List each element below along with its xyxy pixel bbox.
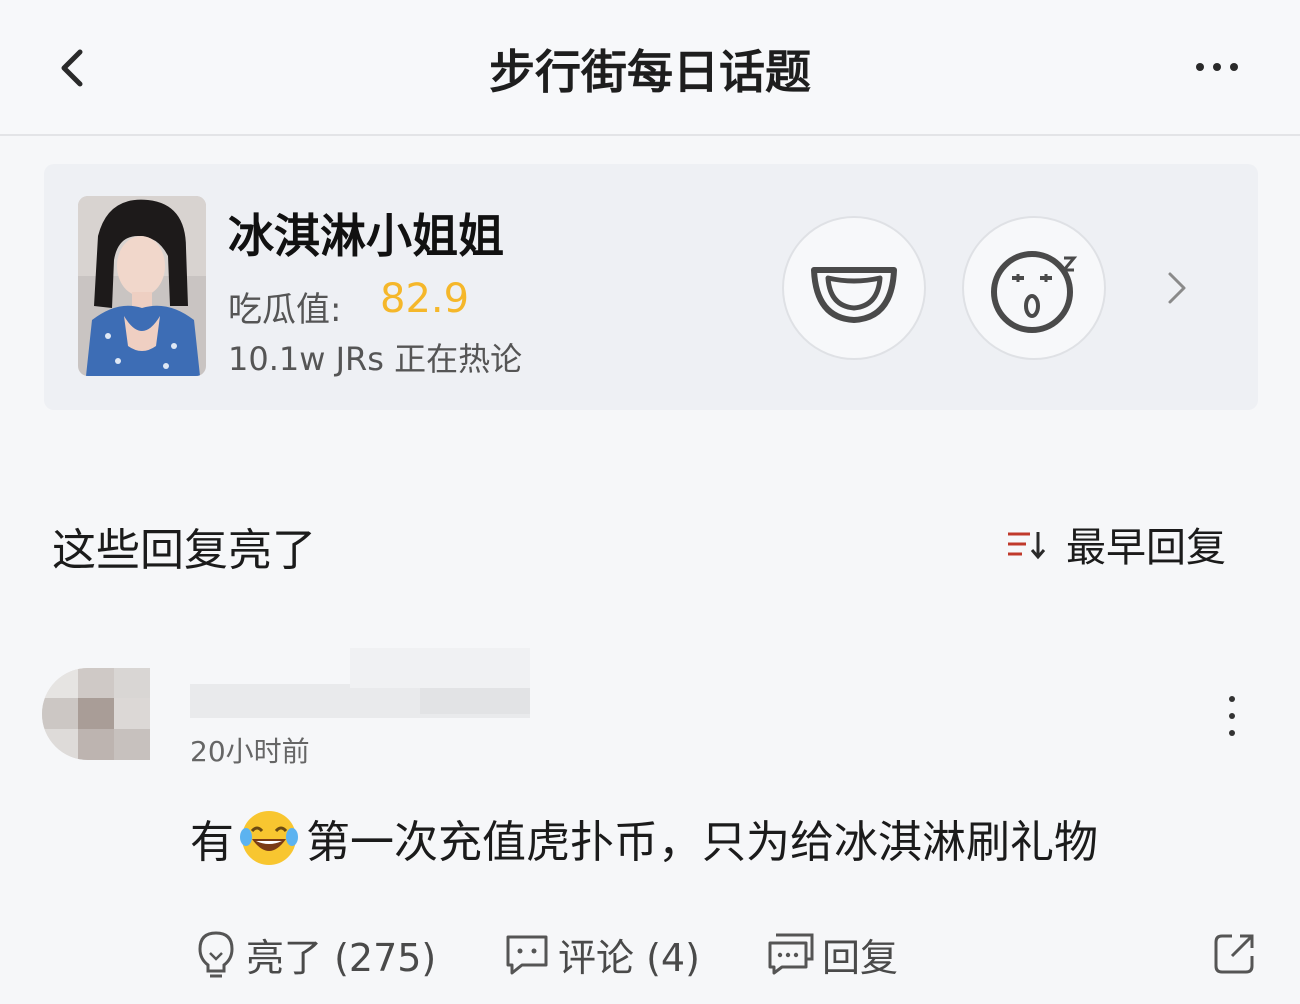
reply-button[interactable]: 回复 <box>766 924 898 984</box>
back-button[interactable] <box>52 44 92 92</box>
reply-text-end: 第一次充值虎扑币，只为给冰淇淋刷礼物 <box>306 817 1098 868</box>
page-title: 步行街每日话题 <box>489 45 811 99</box>
avatar[interactable] <box>42 668 150 760</box>
reply-icon <box>768 933 814 975</box>
hot-discussion-count: 10.1w JRs 正在热论 <box>228 340 523 378</box>
sort-button[interactable]: 最早回复 <box>1004 516 1226 572</box>
comment-button[interactable]: 评论 (4) <box>502 924 700 984</box>
reply-label: 回复 <box>822 935 899 980</box>
surprised-emoji-icon <box>991 251 1078 333</box>
topic-avatar <box>78 196 206 376</box>
like-label: 亮了 (275) <box>246 935 437 980</box>
smile-reaction-button[interactable] <box>782 216 926 360</box>
reply-menu-button[interactable] <box>1222 696 1242 736</box>
smile-emoji-icon <box>811 267 897 323</box>
topic-name: 冰淇淋小姐姐 <box>228 209 504 263</box>
chevron-left-icon <box>61 49 83 87</box>
gua-value: 82.9 <box>380 276 470 322</box>
share-button[interactable] <box>1212 930 1258 976</box>
laughing-tears-emoji-icon <box>240 811 298 865</box>
chevron-right-icon <box>1168 272 1186 304</box>
reply-time: 20小时前 <box>190 735 310 768</box>
reply-text-start: 有 <box>190 817 234 868</box>
more-horizontal-icon <box>1196 63 1204 71</box>
more-button[interactable] <box>1196 52 1248 82</box>
username-redacted <box>190 648 530 718</box>
lightbulb-icon <box>198 931 234 978</box>
sort-label: 最早回复 <box>1066 525 1226 571</box>
more-vertical-icon <box>1229 696 1235 702</box>
topic-arrow-button[interactable] <box>1162 266 1192 310</box>
comment-icon <box>506 935 548 975</box>
share-icon <box>1214 934 1254 974</box>
comment-label: 评论 (4) <box>558 935 700 980</box>
reply-content: 有 第一次充值虎扑币，只为给冰淇淋刷礼物 <box>190 806 1098 870</box>
gua-label: 吃瓜值: <box>228 290 342 330</box>
section-title: 这些回复亮了 <box>52 525 316 576</box>
sort-icon <box>1008 532 1046 560</box>
like-button[interactable]: 亮了 (275) <box>192 924 436 984</box>
surprised-reaction-button[interactable] <box>962 216 1106 360</box>
